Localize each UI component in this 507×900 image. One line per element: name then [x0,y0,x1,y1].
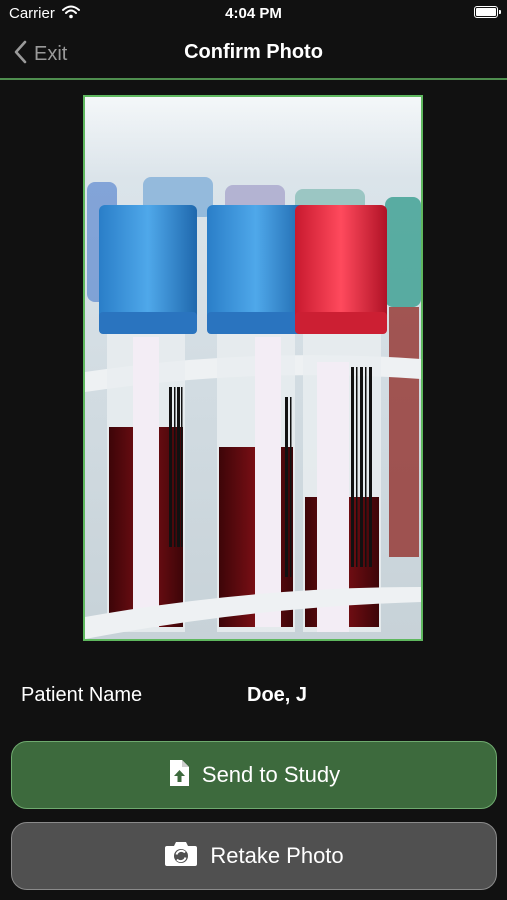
page-title: Confirm Photo [184,41,323,63]
send-to-study-label: Send to Study [201,762,341,787]
photo-preview [83,95,423,641]
send-to-study-button[interactable]: Send to Study [11,741,497,809]
patient-name-value: Doe, J [247,684,308,706]
retake-photo-label: Retake Photo [210,843,344,868]
retake-photo-button[interactable]: Retake Photo [11,822,497,890]
status-bar: Carrier 4:04 PM [0,0,507,30]
status-time: 4:04 PM [225,5,282,22]
camera-icon [164,841,198,872]
navigation-bar: Exit Confirm Photo [0,30,507,80]
patient-name-label: Patient Name [21,684,143,706]
battery-icon [474,6,501,18]
file-upload-icon [168,759,190,792]
